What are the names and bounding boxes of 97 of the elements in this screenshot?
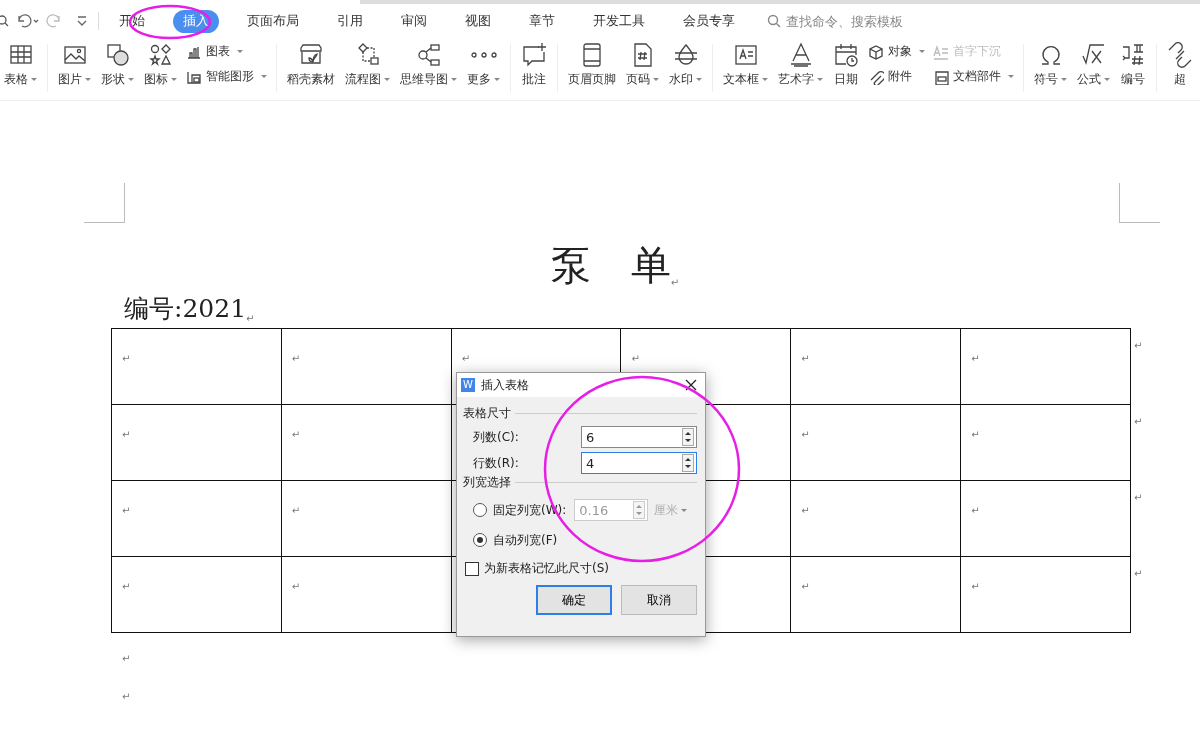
field-label: 列数(C): <box>473 428 519 446</box>
ribbon-button[interactable]: 符号 <box>1030 40 1071 90</box>
radio-button[interactable] <box>473 503 487 517</box>
section-heading: 列宽选择 <box>463 474 511 491</box>
ribbon-tab[interactable]: 视图 <box>455 9 501 33</box>
ribbon-tab[interactable]: 审阅 <box>391 9 437 33</box>
ribbon-button[interactable]: 对象 <box>865 42 928 61</box>
ribbon-button[interactable]: 批注 <box>517 40 551 90</box>
spin-arrows-icon[interactable] <box>682 454 694 472</box>
paragraph-mark: ↵ <box>971 505 980 516</box>
radio-button[interactable] <box>473 533 487 547</box>
more-icon <box>470 51 497 59</box>
paragraph-mark: ↵ <box>122 353 131 364</box>
print-preview-icon[interactable] <box>0 13 10 29</box>
ribbon-tab[interactable]: 开发工具 <box>583 9 655 33</box>
ribbon-button[interactable]: 图标 <box>140 40 181 90</box>
ribbon-button[interactable]: 文本框 <box>719 40 772 90</box>
mindmap-icon <box>415 42 442 68</box>
ribbon-button[interactable]: 表格 <box>0 40 41 90</box>
paragraph-mark: ↵ <box>801 581 810 592</box>
row-end-mark: ↵ <box>1133 415 1143 429</box>
ribbon-button[interactable]: 稻壳素材 <box>283 40 339 90</box>
section-heading: 表格尺寸 <box>463 405 511 422</box>
paragraph-mark: ↵ <box>122 581 131 592</box>
paperclip-icon <box>868 68 884 85</box>
ribbon-button[interactable]: 公式 <box>1073 40 1114 90</box>
paragraph-mark: ↵ <box>631 353 640 364</box>
comment-icon <box>521 42 547 68</box>
checkbox-label: 为新表格记忆此尺寸(S) <box>484 560 609 577</box>
ribbon-tab[interactable]: 会员专享 <box>673 9 745 33</box>
number-field[interactable]: 4 <box>581 452 697 474</box>
ribbon-tab[interactable]: 页面布局 <box>237 9 309 33</box>
paragraph-mark: ↵ <box>971 353 980 364</box>
shapes-icon <box>104 42 131 68</box>
link-icon <box>1167 42 1193 68</box>
checkbox[interactable] <box>465 561 479 576</box>
dialog-button[interactable]: 取消 <box>621 585 697 615</box>
shapes-grid-icon <box>147 42 174 68</box>
ribbon-button[interactable]: 页码 <box>622 40 663 90</box>
ribbon-tab[interactable]: 章节 <box>519 9 565 33</box>
search-icon <box>767 14 781 28</box>
paragraph-mark: ↵ <box>801 353 810 364</box>
ribbon-button[interactable]: 文档部件 <box>930 67 1017 86</box>
option-label: 自动列宽(F) <box>493 531 558 549</box>
undo-icon[interactable] <box>16 13 40 29</box>
paragraph-mark: ↵ <box>801 429 810 440</box>
ribbon-button[interactable]: 附件 <box>865 67 928 86</box>
ribbon-button[interactable]: 更多 <box>463 40 504 90</box>
paragraph-mark: ↵ <box>122 653 131 664</box>
document-number: 编号:2021 <box>124 293 247 325</box>
paragraph-mark: ↵ <box>122 505 131 516</box>
ribbon-button[interactable]: 流程图 <box>341 40 394 90</box>
margin-corner-mark <box>84 183 125 223</box>
dialog-title: 插入表格 <box>481 376 530 394</box>
document-title: 泵 单 <box>550 241 671 289</box>
paragraph-mark: ↵ <box>291 429 301 440</box>
number-field[interactable]: 6 <box>581 426 697 448</box>
paragraph-mark: ↵ <box>291 581 301 592</box>
calendar-icon <box>833 42 859 68</box>
app-icon: W <box>461 378 475 392</box>
paragraph-mark: ↵ <box>291 505 301 516</box>
paragraph-mark: ↵ <box>291 353 301 364</box>
ribbon-button[interactable]: 编号 <box>1116 40 1150 90</box>
paragraph-mark: ↵ <box>122 429 131 440</box>
ribbon-button[interactable]: 页眉页脚 <box>564 40 620 90</box>
ribbon-button[interactable]: 智能图形 <box>183 67 270 86</box>
row-end-mark: ↵ <box>1133 491 1143 505</box>
paragraph-mark: ↵ <box>122 691 131 702</box>
cube-icon <box>868 43 884 60</box>
spin-arrows-icon[interactable] <box>682 428 694 446</box>
close-icon[interactable] <box>685 379 697 391</box>
dropcap-icon <box>933 43 949 60</box>
ribbon-tab[interactable]: 引用 <box>327 9 373 33</box>
textbox-icon <box>732 42 759 68</box>
dialog-button[interactable]: 确定 <box>536 585 612 615</box>
field-label: 行数(R): <box>473 454 519 472</box>
ribbon-button[interactable]: 形状 <box>97 40 138 90</box>
watermark-icon <box>672 42 699 68</box>
search-field[interactable]: 查找命令、搜索模板 <box>767 12 918 30</box>
ribbon-button[interactable]: 超 <box>1163 40 1197 90</box>
paragraph-mark: ↵ <box>801 505 810 516</box>
numbering-icon <box>1120 42 1146 68</box>
paragraph-mark: ↵ <box>971 429 980 440</box>
ribbon-button[interactable]: 图片 <box>54 40 95 90</box>
ribbon-button[interactable]: 艺术字 <box>774 40 827 90</box>
row-end-mark: ↵ <box>1133 339 1143 353</box>
margin-corner-mark <box>1119 183 1160 223</box>
ribbon-button[interactable]: 日期 <box>829 40 863 90</box>
ribbon-button[interactable]: 水印 <box>665 40 706 90</box>
row-end-mark: ↵ <box>1133 567 1143 581</box>
paragraph-mark: ↵ <box>461 353 471 364</box>
document-parts-icon <box>933 68 949 85</box>
paragraph-mark: ↵ <box>246 313 255 325</box>
ribbon-button[interactable]: 图表 <box>183 42 270 61</box>
paragraph-mark: ↵ <box>971 581 980 592</box>
paragraph-mark: ↵ <box>670 277 680 289</box>
ribbon-button[interactable]: 思维导图 <box>396 40 461 90</box>
